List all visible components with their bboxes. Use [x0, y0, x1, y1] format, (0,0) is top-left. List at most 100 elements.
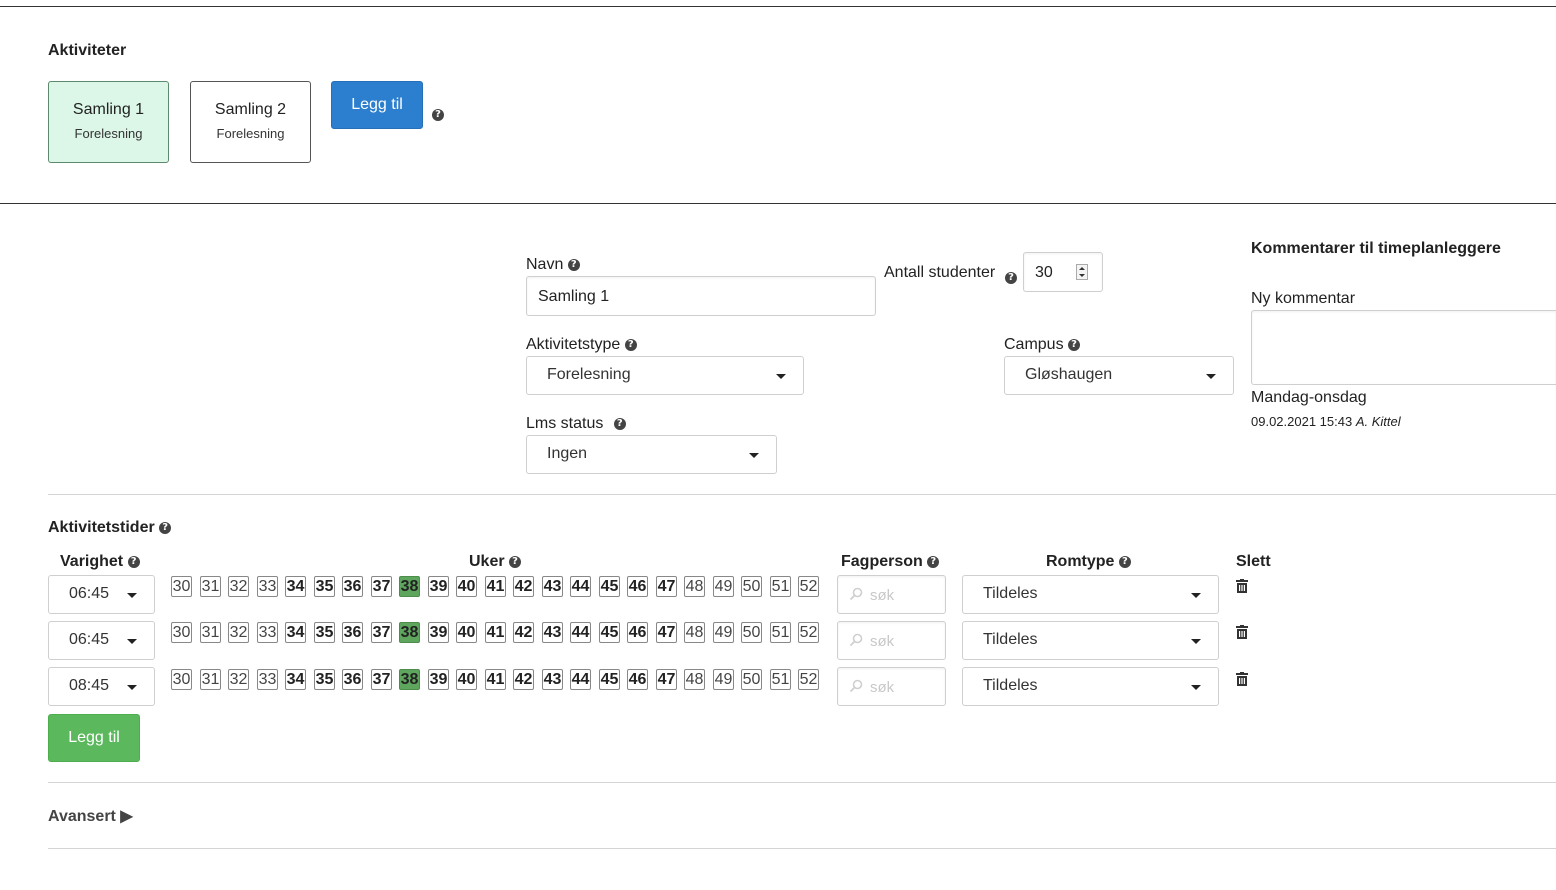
question-circle-icon[interactable]: ? [567, 258, 580, 271]
week-toggle-47[interactable]: 47 [656, 576, 677, 597]
week-toggle-48[interactable]: 48 [684, 576, 705, 597]
activity-card-2[interactable]: Samling 2 Forelesning [190, 81, 311, 163]
advanced-toggle[interactable]: Avansert ▶ [48, 806, 133, 826]
week-toggle-34[interactable]: 34 [285, 576, 306, 597]
week-toggle-36[interactable]: 36 [342, 669, 363, 690]
question-circle-icon[interactable]: ? [927, 555, 940, 568]
question-circle-icon[interactable]: ? [127, 555, 140, 568]
new-comment-textarea[interactable] [1251, 310, 1556, 385]
week-toggle-44[interactable]: 44 [570, 622, 591, 643]
week-toggle-47[interactable]: 47 [656, 669, 677, 690]
week-toggle-40[interactable]: 40 [456, 669, 477, 690]
person-search-input[interactable]: søk [837, 667, 946, 706]
person-search-input[interactable]: søk [837, 621, 946, 660]
week-toggle-38[interactable]: 38 [399, 669, 420, 690]
week-toggle-42[interactable]: 42 [513, 669, 534, 690]
roomtype-select[interactable]: Tildeles [962, 621, 1219, 660]
week-toggle-37[interactable]: 37 [371, 576, 392, 597]
lms-status-select[interactable]: Ingen [526, 435, 777, 474]
week-toggle-31[interactable]: 31 [200, 576, 221, 597]
question-circle-icon[interactable]: ? [432, 109, 444, 121]
week-toggle-39[interactable]: 39 [428, 622, 449, 643]
week-toggle-43[interactable]: 43 [542, 622, 563, 643]
week-toggle-38[interactable]: 38 [399, 622, 420, 643]
add-time-button[interactable]: Legg til [48, 714, 140, 762]
week-toggle-46[interactable]: 46 [627, 669, 648, 690]
week-toggle-50[interactable]: 50 [741, 622, 762, 643]
week-toggle-34[interactable]: 34 [285, 622, 306, 643]
week-toggle-47[interactable]: 47 [656, 622, 677, 643]
week-toggle-46[interactable]: 46 [627, 622, 648, 643]
week-toggle-45[interactable]: 45 [599, 576, 620, 597]
trash-icon[interactable] [1236, 579, 1248, 593]
activity-type-select[interactable]: Forelesning [526, 356, 804, 395]
week-toggle-49[interactable]: 49 [713, 669, 734, 690]
week-toggle-36[interactable]: 36 [342, 576, 363, 597]
week-toggle-35[interactable]: 35 [314, 622, 335, 643]
week-toggle-51[interactable]: 51 [770, 622, 791, 643]
activity-card-1[interactable]: Samling 1 Forelesning [48, 81, 169, 163]
roomtype-select[interactable]: Tildeles [962, 575, 1219, 614]
duration-select[interactable]: 06:45 [48, 621, 155, 660]
week-toggle-49[interactable]: 49 [713, 576, 734, 597]
stepper-arrows[interactable] [1076, 264, 1088, 280]
question-circle-icon[interactable]: ? [1068, 338, 1081, 351]
trash-icon[interactable] [1236, 625, 1248, 639]
week-toggle-31[interactable]: 31 [200, 622, 221, 643]
students-stepper[interactable]: 30 [1023, 252, 1103, 292]
week-toggle-50[interactable]: 50 [741, 576, 762, 597]
duration-select[interactable]: 06:45 [48, 575, 155, 614]
week-toggle-49[interactable]: 49 [713, 622, 734, 643]
week-toggle-32[interactable]: 32 [228, 669, 249, 690]
week-toggle-43[interactable]: 43 [542, 669, 563, 690]
week-toggle-51[interactable]: 51 [770, 576, 791, 597]
name-input[interactable]: Samling 1 [526, 276, 876, 316]
week-toggle-32[interactable]: 32 [228, 576, 249, 597]
week-toggle-33[interactable]: 33 [257, 576, 278, 597]
stepper-up-icon[interactable] [1079, 267, 1085, 270]
week-toggle-40[interactable]: 40 [456, 576, 477, 597]
week-toggle-50[interactable]: 50 [741, 669, 762, 690]
week-toggle-33[interactable]: 33 [257, 622, 278, 643]
trash-icon[interactable] [1236, 672, 1248, 686]
week-toggle-39[interactable]: 39 [428, 576, 449, 597]
week-toggle-52[interactable]: 52 [798, 576, 819, 597]
week-toggle-30[interactable]: 30 [171, 576, 192, 597]
week-toggle-52[interactable]: 52 [798, 669, 819, 690]
week-toggle-31[interactable]: 31 [200, 669, 221, 690]
week-toggle-41[interactable]: 41 [485, 576, 506, 597]
week-toggle-45[interactable]: 45 [599, 669, 620, 690]
week-toggle-33[interactable]: 33 [257, 669, 278, 690]
week-toggle-43[interactable]: 43 [542, 576, 563, 597]
question-circle-icon[interactable]: ? [624, 338, 637, 351]
question-circle-icon[interactable]: ? [159, 521, 172, 534]
week-toggle-44[interactable]: 44 [570, 669, 591, 690]
week-toggle-35[interactable]: 35 [314, 576, 335, 597]
week-toggle-51[interactable]: 51 [770, 669, 791, 690]
week-toggle-41[interactable]: 41 [485, 622, 506, 643]
roomtype-select[interactable]: Tildeles [962, 667, 1219, 706]
week-toggle-30[interactable]: 30 [171, 669, 192, 690]
campus-select[interactable]: Gløshaugen [1004, 356, 1234, 395]
week-toggle-36[interactable]: 36 [342, 622, 363, 643]
week-toggle-37[interactable]: 37 [371, 669, 392, 690]
week-toggle-39[interactable]: 39 [428, 669, 449, 690]
duration-select[interactable]: 08:45 [48, 667, 155, 706]
week-toggle-42[interactable]: 42 [513, 576, 534, 597]
week-toggle-44[interactable]: 44 [570, 576, 591, 597]
week-toggle-46[interactable]: 46 [627, 576, 648, 597]
week-toggle-30[interactable]: 30 [171, 622, 192, 643]
week-toggle-48[interactable]: 48 [684, 669, 705, 690]
week-toggle-45[interactable]: 45 [599, 622, 620, 643]
week-toggle-41[interactable]: 41 [485, 669, 506, 690]
week-toggle-37[interactable]: 37 [371, 622, 392, 643]
add-activity-button[interactable]: Legg til [331, 81, 423, 129]
week-toggle-35[interactable]: 35 [314, 669, 335, 690]
week-toggle-32[interactable]: 32 [228, 622, 249, 643]
stepper-down-icon[interactable] [1079, 274, 1085, 277]
week-toggle-38[interactable]: 38 [399, 576, 420, 597]
week-toggle-34[interactable]: 34 [285, 669, 306, 690]
week-toggle-40[interactable]: 40 [456, 622, 477, 643]
week-toggle-52[interactable]: 52 [798, 622, 819, 643]
question-circle-icon[interactable]: ? [509, 555, 522, 568]
